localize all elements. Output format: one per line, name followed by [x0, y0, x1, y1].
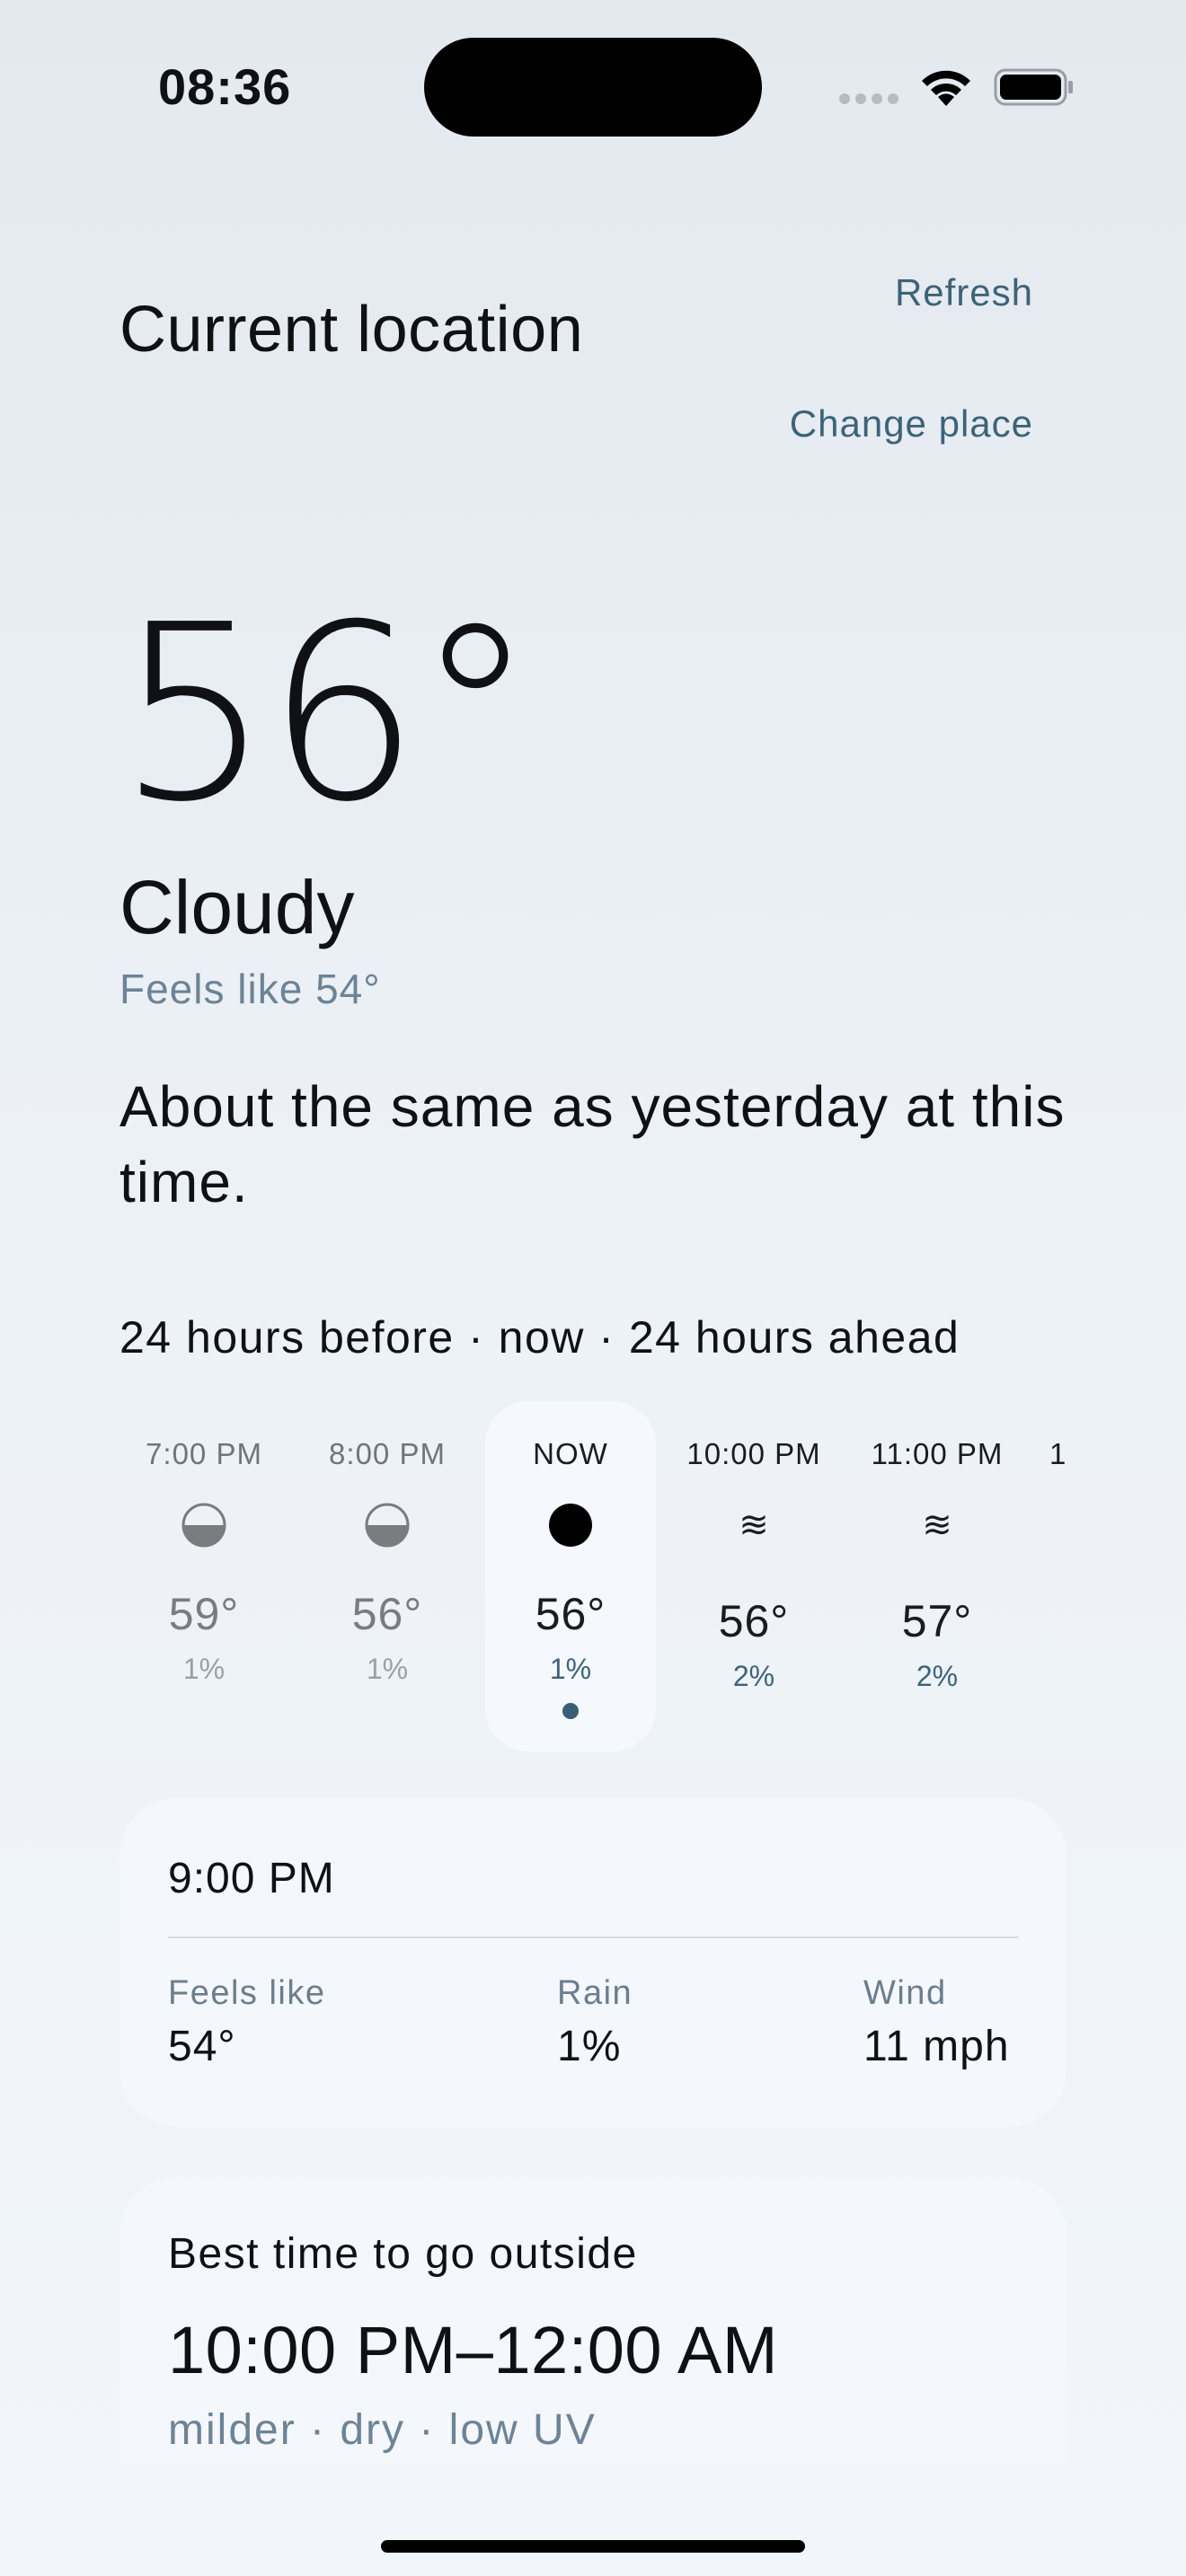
best-time-description: milder · dry · low UV	[168, 2406, 597, 2454]
home-indicator[interactable]	[381, 2540, 805, 2553]
metric-wind: Wind 11 mph	[863, 1974, 1010, 2071]
refresh-button[interactable]: Refresh	[895, 271, 1033, 314]
feels-like-text: Feels like 54°	[119, 966, 381, 1012]
half-cloud-icon	[181, 1503, 226, 1548]
metric-label: Feels like	[168, 1974, 326, 2012]
wind-icon: ≋	[922, 1505, 952, 1545]
best-time-card[interactable]: Best time to go outside 10:00 PM–12:00 A…	[119, 2177, 1067, 2465]
hour-label: 10:00 PM	[686, 1437, 821, 1470]
metric-value: 11 mph	[863, 2023, 1010, 2070]
current-indicator-dot	[562, 1703, 579, 1719]
metric-value: 1%	[557, 2023, 622, 2070]
hour-label: NOW	[533, 1437, 608, 1470]
timeline-caption: 24 hours before · now · 24 hours ahead	[119, 1312, 960, 1363]
hour-item[interactable]: 8:00 PM 56° 1%	[302, 1401, 473, 1751]
cellular-signal-icon	[839, 93, 898, 104]
current-temperature: 56°	[117, 572, 536, 855]
hour-rain: 2%	[916, 1660, 959, 1692]
comparison-text: About the same as yesterday at this time…	[119, 1074, 1066, 1214]
hour-temp: 56°	[351, 1589, 423, 1639]
best-time-range: 10:00 PM–12:00 AM	[168, 2313, 779, 2387]
hour-label: 1	[1049, 1437, 1067, 1470]
hour-item[interactable]: 7:00 PM 59° 1%	[119, 1401, 289, 1751]
current-condition: Cloudy	[119, 865, 355, 949]
dynamic-island	[424, 38, 762, 137]
change-place-button[interactable]: Change place	[790, 402, 1033, 446]
hour-item-partial[interactable]: 1	[1035, 1401, 1080, 1751]
metric-label: Wind	[863, 1974, 947, 2012]
metric-feels-like: Feels like 54°	[168, 1974, 326, 2071]
metric-value: 54°	[168, 2023, 236, 2070]
hour-item-now[interactable]: NOW 56° 1%	[485, 1401, 656, 1751]
detail-time: 9:00 PM	[168, 1855, 335, 1902]
hour-rain: 1%	[182, 1653, 226, 1685]
metric-label: Rain	[557, 1974, 633, 2012]
battery-icon	[994, 68, 1073, 106]
hour-label: 7:00 PM	[146, 1437, 262, 1470]
divider	[168, 1936, 1018, 1938]
hour-label: 8:00 PM	[329, 1437, 446, 1470]
hour-temp: 57°	[901, 1596, 973, 1646]
best-time-title: Best time to go outside	[168, 2230, 638, 2278]
hour-rain: 1%	[366, 1653, 409, 1685]
hour-item[interactable]: 10:00 PM ≋ 56° 2%	[668, 1401, 839, 1751]
half-cloud-icon	[365, 1503, 410, 1548]
hour-item[interactable]: 11:00 PM ≋ 57° 2%	[852, 1401, 1022, 1751]
wifi-icon	[922, 70, 970, 106]
hour-temp: 59°	[168, 1589, 240, 1639]
cloud-filled-icon	[549, 1504, 592, 1547]
status-time: 08:36	[158, 58, 292, 115]
hour-detail-card: 9:00 PM Feels like 54° Rain 1% Wind 11 m…	[119, 1798, 1067, 2127]
hour-rain: 2%	[732, 1660, 775, 1692]
page-title: Current location	[119, 294, 584, 366]
wind-icon: ≋	[739, 1505, 769, 1545]
hour-label: 11:00 PM	[871, 1437, 1004, 1470]
hour-temp: 56°	[535, 1589, 606, 1639]
hour-temp: 56°	[718, 1596, 790, 1646]
hourly-forecast[interactable]: 7:00 PM 59° 1% 8:00 PM 56° 1% NOW 56° 1%…	[0, 1401, 1186, 1751]
hour-rain: 1%	[549, 1653, 592, 1685]
metric-rain: Rain 1%	[557, 1974, 633, 2071]
